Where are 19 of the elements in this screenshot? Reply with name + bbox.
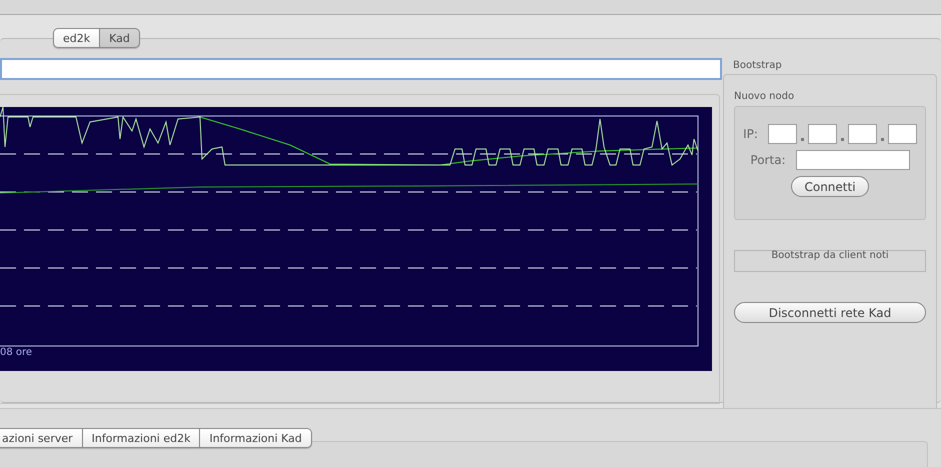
tab[interactable]: ed2k [53,28,100,48]
disconnect-button[interactable]: Disconnetti rete Kad [734,302,926,323]
tab[interactable]: Informazioni Kad [200,428,312,448]
bootstrap-button[interactable]: Bootstrap da client noti [734,250,926,272]
ip-field[interactable] [808,124,837,144]
group-title: Nuovo nodo [734,91,796,102]
ip-field[interactable] [888,124,917,144]
time-label: 08 ore [0,347,32,358]
port-field[interactable] [796,150,910,170]
ip-field[interactable] [768,124,797,144]
tab[interactable]: azioni server [0,428,83,448]
field-label: Porta: [750,153,786,167]
connect-button[interactable]: Connetti [791,176,869,197]
tab[interactable]: Informazioni ed2k [82,428,200,448]
text-field[interactable] [0,58,722,80]
ip-field[interactable] [848,124,877,144]
tab[interactable]: Kad [100,28,140,48]
field-label: IP: [743,127,758,141]
group-title: Bootstrap [733,60,783,71]
